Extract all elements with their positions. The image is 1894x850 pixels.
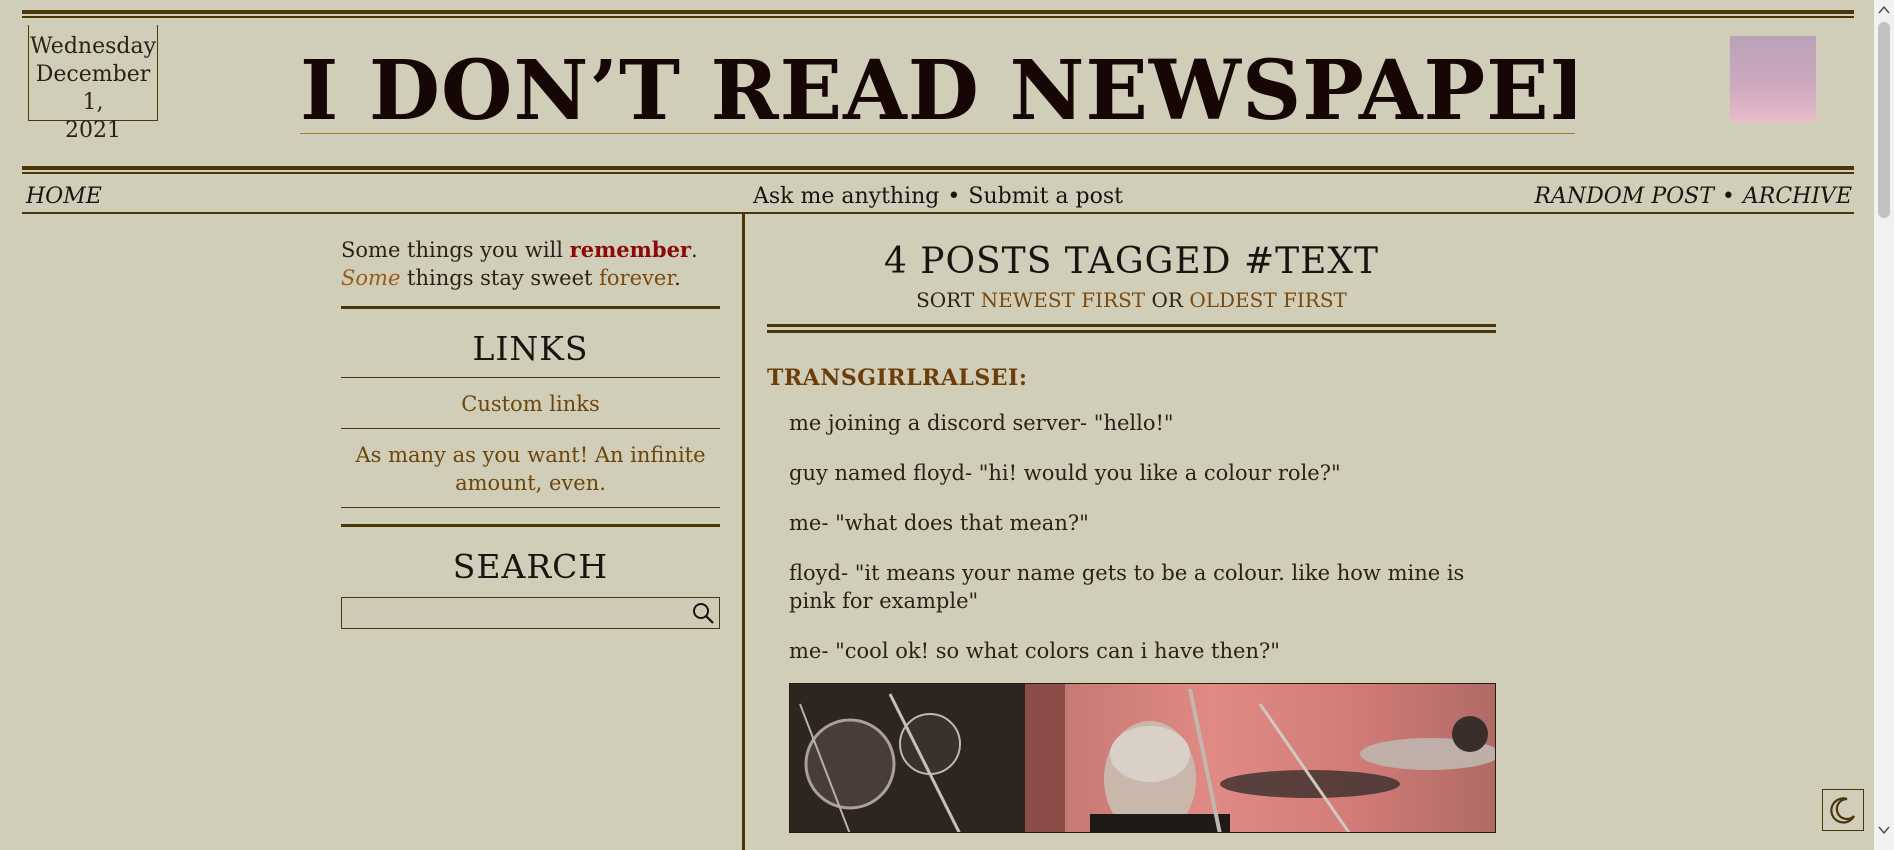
quote-remember: remember — [569, 237, 691, 262]
quote-text: . — [691, 238, 698, 262]
sort-oldest-link[interactable]: OLDEST FIRST — [1189, 288, 1347, 312]
nav-bottom-rule — [22, 212, 1854, 214]
scroll-down-icon[interactable] — [1874, 822, 1894, 838]
nav-separator: • — [947, 184, 961, 209]
masthead[interactable]: I DON’T READ NEWSPAPERS — [300, 48, 1575, 134]
nav-submit-link[interactable]: Submit a post — [968, 184, 1123, 209]
main-content: 4 POSTS TAGGED #TEXT SORT NEWEST FIRST O… — [767, 240, 1496, 833]
date-month-day: December 1, — [35, 62, 151, 115]
sort-controls: SORT NEWEST FIRST OR OLDEST FIRST — [767, 286, 1496, 314]
post-image-scene — [790, 684, 1495, 832]
scroll-thumb[interactable] — [1878, 22, 1890, 218]
site-title[interactable]: I DON’T READ NEWSPAPERS — [300, 48, 1575, 133]
main-rule — [767, 324, 1496, 333]
quote-some: Some — [341, 266, 401, 290]
nav-home-link[interactable]: HOME — [26, 182, 102, 212]
scroll-up-icon[interactable] — [1874, 2, 1894, 18]
post-image[interactable] — [789, 683, 1496, 833]
nav-right-links: RANDOM POST • ARCHIVE — [1534, 182, 1852, 212]
sort-newest-link[interactable]: NEWEST FIRST — [981, 288, 1146, 312]
sidebar: Some things you will remember. Some thin… — [341, 236, 720, 629]
top-rule — [22, 10, 1854, 18]
sidebar-quote: Some things you will remember. Some thin… — [341, 236, 720, 292]
quote-text: . — [674, 266, 681, 290]
date-year: 2021 — [65, 118, 121, 143]
sort-or: OR — [1151, 288, 1183, 312]
nav-archive-link[interactable]: ARCHIVE — [1743, 184, 1852, 209]
search-heading: SEARCH — [452, 547, 609, 586]
infinite-links-link[interactable]: As many as you want! An infinite amount,… — [341, 428, 720, 508]
tag-title: 4 POSTS TAGGED #TEXT — [883, 241, 1380, 282]
custom-links-link[interactable]: Custom links — [341, 377, 720, 428]
nav-separator: • — [1721, 184, 1735, 209]
post-line: guy named floyd- "hi! would you like a c… — [789, 461, 1341, 485]
search-icon[interactable] — [691, 601, 715, 625]
column-divider — [742, 214, 745, 850]
sidebar-rule — [341, 524, 720, 527]
post-line: me joining a discord server- "hello!" — [789, 411, 1174, 435]
quote-text: things stay sweet — [400, 266, 600, 290]
sort-label: SORT — [916, 288, 975, 312]
search-input[interactable] — [341, 597, 720, 629]
date-weekday: Wednesday — [29, 34, 157, 59]
quote-forever: forever — [599, 266, 675, 290]
quote-text: Some things you will — [341, 238, 570, 262]
post-line: me- "cool ok! so what colors can i have … — [789, 639, 1280, 663]
nav-random-link[interactable]: RANDOM POST — [1534, 184, 1713, 209]
post-line: me- "what does that mean?" — [789, 511, 1089, 535]
post-author-link[interactable]: TRANSGIRLRALSEI: — [767, 365, 1496, 391]
theme-toggle-button[interactable] — [1822, 789, 1864, 831]
stamp-image — [1730, 36, 1816, 122]
nav-ask-link[interactable]: Ask me anything — [753, 184, 939, 209]
header-bottom-rule — [22, 166, 1854, 174]
post-body: me joining a discord server- "hello!" gu… — [767, 409, 1496, 833]
post-line: floyd- "it means your name gets to be a … — [789, 561, 1465, 613]
moon-icon — [1830, 797, 1855, 824]
links-heading: LINKS — [472, 329, 589, 368]
sidebar-rule — [341, 306, 720, 309]
nav-bar: Ask me anything • Submit a post HOME RANDO… — [22, 182, 1854, 212]
vertical-scrollbar[interactable] — [1874, 0, 1894, 850]
date-box: Wednesday December 1, 2021 — [28, 25, 158, 143]
